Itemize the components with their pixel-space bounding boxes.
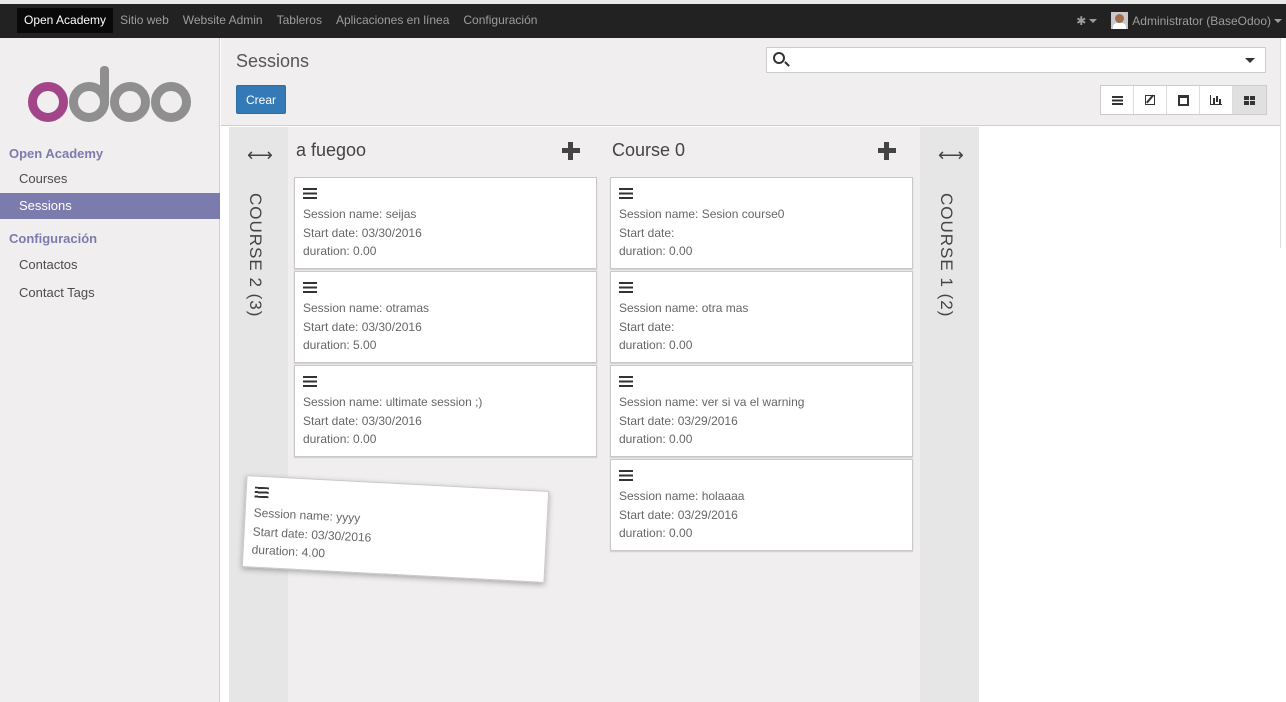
logo-o-purple	[28, 82, 68, 122]
user-name: Administrator (BaseOdoo)	[1132, 13, 1271, 28]
odoo-logo[interactable]	[28, 66, 192, 122]
sidebar-item-contactos[interactable]: Contactos	[0, 252, 220, 278]
folded-column-label: COURSE 2 (3)	[246, 193, 265, 318]
kanban-card[interactable]: Session name: ver si va el warning Start…	[610, 365, 913, 457]
folded-column-label: COURSE 1 (2)	[937, 193, 956, 318]
chevron-down-icon	[1089, 19, 1098, 24]
duration: duration: 5.00	[303, 338, 377, 352]
kanban-card[interactable]: Session name: Sesion course0 Start date:…	[610, 177, 913, 269]
logo-o-grey	[151, 82, 191, 122]
list-view-icon	[1111, 95, 1123, 105]
dragged-kanban-card[interactable]: Session name: yyyy Start date: 03/30/201…	[241, 475, 550, 583]
search-bar[interactable]	[766, 47, 1266, 73]
avatar[interactable]	[1111, 12, 1129, 29]
card-menu-icon[interactable]	[303, 376, 317, 387]
kanban-view-icon	[1244, 95, 1255, 105]
logo-d	[69, 66, 109, 122]
start-date: Start date: 03/29/2016	[619, 508, 738, 522]
view-switcher	[1100, 85, 1267, 115]
start-date: Start date: 03/30/2016	[303, 414, 422, 428]
form-view-icon	[1145, 95, 1155, 105]
bug-icon[interactable]: ✱	[1076, 14, 1098, 28]
page-title: Sessions	[236, 51, 310, 71]
unfold-arrows-icon[interactable]: ⟷	[938, 145, 964, 166]
duration: duration: 0.00	[619, 432, 693, 446]
sidebar-item-contact-tags[interactable]: Contact Tags	[0, 280, 220, 306]
kanban-board: ⟷ COURSE 2 (3) a fuegoo Session name: se…	[221, 127, 1286, 702]
search-options-dropdown-icon[interactable]	[1245, 58, 1255, 63]
session-name: Session name: holaaaa	[619, 489, 745, 503]
user-area: ✱ Administrator (BaseOdoo)	[1076, 8, 1286, 33]
session-name: Session name: Sesion course0	[619, 207, 785, 221]
kanban-card[interactable]: Session name: ultimate session ;) Start …	[294, 365, 597, 457]
start-date: Start date: 03/29/2016	[619, 414, 738, 428]
duration: duration: 0.00	[619, 338, 693, 352]
column-title[interactable]: Course 0	[612, 140, 685, 161]
column-title[interactable]: a fuegoo	[296, 140, 366, 161]
kanban-card[interactable]: Session name: seijas Start date: 03/30/2…	[294, 177, 597, 269]
kanban-view-button[interactable]	[1233, 86, 1266, 114]
session-name: Session name: otramas	[303, 301, 430, 315]
card-menu-icon[interactable]	[303, 282, 317, 293]
sidebar-section-configuracion[interactable]: Configuración	[9, 231, 97, 246]
kanban-column: Course 0 Session name: Sesion course0 St…	[604, 127, 920, 702]
kanban-card[interactable]: Session name: otra mas Start date: durat…	[610, 271, 913, 363]
quick-create-plus-icon[interactable]	[878, 142, 896, 160]
card-menu-icon[interactable]	[619, 376, 633, 387]
sidebar-item-sessions[interactable]: Sessions	[0, 193, 220, 219]
session-name: Session name: ultimate session ;)	[303, 395, 483, 409]
create-button[interactable]: Crear	[236, 85, 287, 114]
session-name: Session name: ver si va el warning	[619, 395, 805, 409]
session-name: Session name: seijas	[303, 207, 417, 221]
menu-configuracion[interactable]: Configuración	[456, 8, 544, 33]
session-name: Session name: otra mas	[619, 301, 749, 315]
search-input[interactable]	[793, 50, 1233, 70]
top-navbar: Open Academy Sitio web Website Admin Tab…	[0, 0, 1286, 38]
session-name: Session name: yyyy	[253, 505, 361, 526]
app-menu: Open Academy Sitio web Website Admin Tab…	[17, 8, 544, 33]
sidebar-item-courses[interactable]: Courses	[0, 166, 220, 192]
card-menu-icon[interactable]	[619, 282, 633, 293]
card-menu-icon[interactable]	[254, 486, 270, 499]
duration: duration: 0.00	[619, 244, 693, 258]
start-date: Start date: 03/30/2016	[303, 226, 422, 240]
control-panel: Sessions Crear	[221, 38, 1286, 126]
calendar-view-button[interactable]	[1167, 86, 1200, 114]
form-view-button[interactable]	[1134, 86, 1167, 114]
card-menu-icon[interactable]	[303, 188, 317, 199]
menu-open-academy[interactable]: Open Academy	[17, 8, 114, 33]
list-view-button[interactable]	[1101, 86, 1134, 114]
duration: duration: 0.00	[303, 244, 377, 258]
sidebar-section-open-academy[interactable]: Open Academy	[9, 146, 103, 161]
menu-sitio-web[interactable]: Sitio web	[113, 8, 176, 33]
kanban-column: a fuegoo Session name: seijas Start date…	[288, 127, 604, 702]
quick-create-plus-icon[interactable]	[562, 142, 580, 160]
search-icon	[773, 52, 785, 64]
kanban-column-folded[interactable]: ⟷ COURSE 1 (2)	[920, 127, 979, 702]
kanban-card[interactable]: Session name: otramas Start date: 03/30/…	[294, 271, 597, 363]
calendar-view-icon	[1177, 94, 1189, 106]
unfold-arrows-icon[interactable]: ⟷	[247, 145, 273, 166]
logo-o-grey	[110, 82, 150, 122]
start-date: Start date:	[619, 226, 675, 240]
graph-view-button[interactable]	[1200, 86, 1233, 114]
user-menu[interactable]: Administrator (BaseOdoo)	[1132, 14, 1282, 28]
start-date: Start date: 03/30/2016	[303, 320, 422, 334]
start-date: Start date: 03/30/2016	[252, 524, 372, 545]
card-menu-icon[interactable]	[619, 470, 633, 481]
card-menu-icon[interactable]	[619, 188, 633, 199]
duration: duration: 0.00	[303, 432, 377, 446]
kanban-column-folded[interactable]: ⟷ COURSE 2 (3)	[229, 127, 288, 702]
kanban-card[interactable]: Session name: holaaaa Start date: 03/29/…	[610, 459, 913, 551]
start-date: Start date:	[619, 320, 675, 334]
duration: duration: 0.00	[619, 526, 693, 540]
menu-tableros[interactable]: Tableros	[270, 8, 329, 33]
window-edge	[1280, 38, 1286, 248]
sidebar: Open Academy Courses Sessions Configurac…	[0, 38, 220, 702]
chevron-down-icon	[1274, 19, 1282, 24]
menu-aplicaciones[interactable]: Aplicaciones en línea	[329, 8, 456, 33]
menu-website-admin[interactable]: Website Admin	[176, 8, 270, 33]
graph-view-icon	[1210, 95, 1222, 105]
duration: duration: 4.00	[251, 542, 326, 561]
